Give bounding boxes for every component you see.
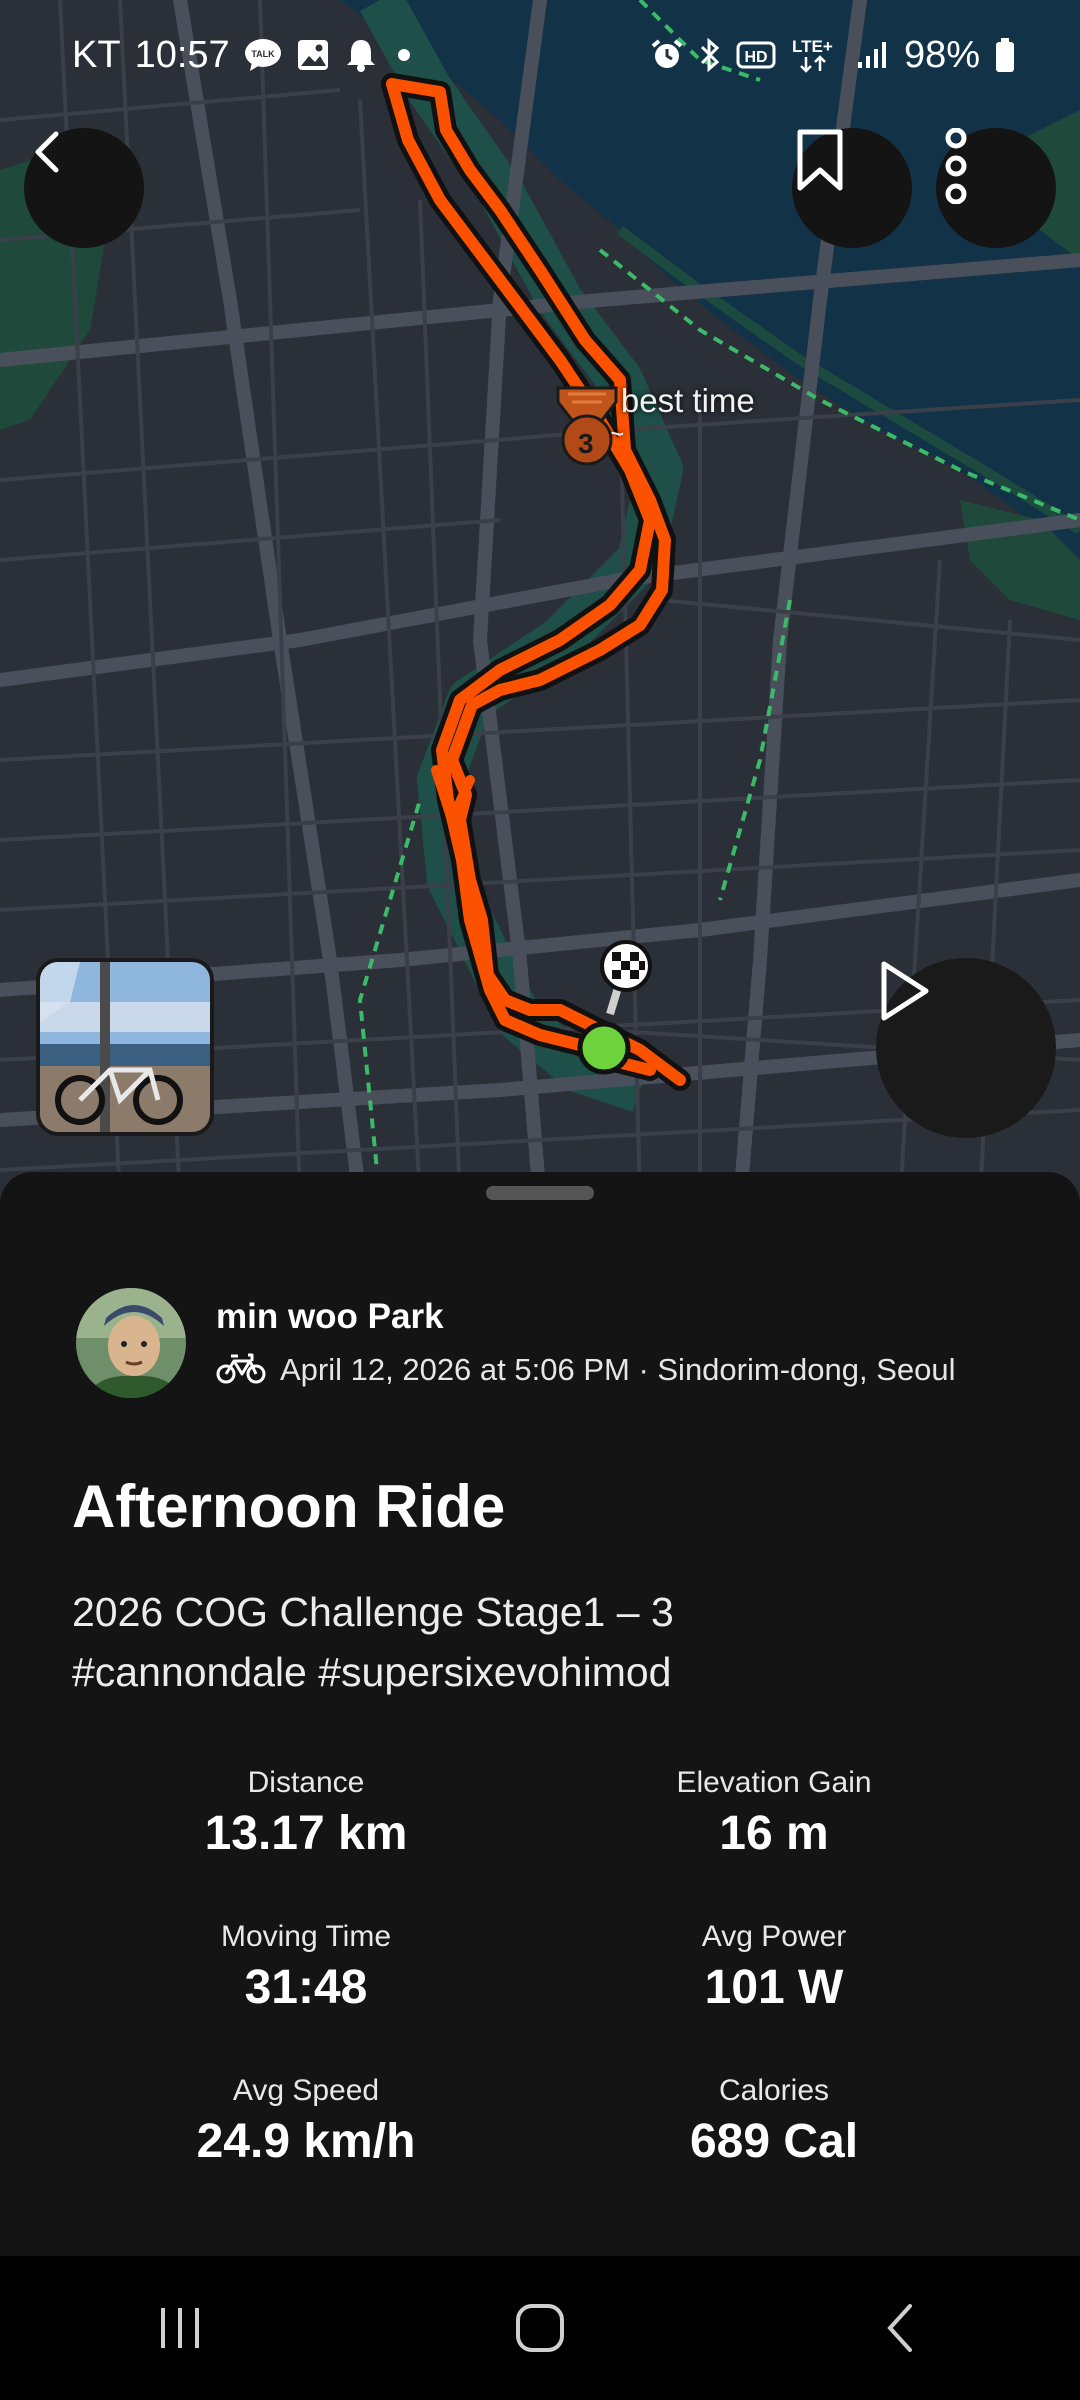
activity-photo-thumbnail[interactable]	[36, 958, 214, 1136]
activity-description: 2026 COG Challenge Stage1 – 3 #cannondal…	[72, 1589, 674, 1695]
svg-text:LTE+: LTE+	[792, 37, 833, 56]
svg-text:TALK: TALK	[251, 49, 275, 59]
recents-icon	[161, 2308, 199, 2348]
battery-percent: 98%	[903, 33, 980, 76]
start-marker-icon	[577, 1021, 631, 1075]
stat-value: 101 W	[704, 1961, 844, 2014]
kakaotalk-icon: TALK	[244, 38, 282, 72]
athlete-header[interactable]: min woo Park April 12, 2026 at 5:06 PM ·…	[76, 1288, 956, 1398]
stat-label: Avg Power	[701, 1920, 847, 1953]
stat-value: 16 m	[719, 1807, 829, 1860]
bell-icon	[344, 37, 378, 73]
chevron-left-icon	[35, 131, 59, 173]
play-flyover-button[interactable]	[876, 958, 1056, 1138]
avatar[interactable]	[76, 1288, 186, 1398]
activity-details-sheet[interactable]: min woo Park April 12, 2026 at 5:06 PM ·…	[0, 1172, 1080, 2256]
stat-avg-speed: Avg Speed 24.9 km/h	[76, 2074, 536, 2169]
recent-apps-button[interactable]	[120, 2278, 240, 2378]
athlete-name[interactable]: min woo Park	[216, 1297, 956, 1337]
achievement-sub: ~	[608, 417, 625, 449]
sheet-drag-handle[interactable]	[486, 1186, 594, 1200]
activity-title: Afternoon Ride	[72, 1473, 506, 1540]
back-icon	[887, 2304, 912, 2352]
more-options-button[interactable]	[936, 128, 1056, 248]
stat-value: 689 Cal	[689, 2115, 859, 2168]
status-bar: KT 10:57 TALK HD LTE+ 98%	[0, 0, 1080, 110]
stat-label: Elevation Gain	[676, 1766, 872, 1799]
bookmark-button[interactable]	[792, 128, 912, 248]
stat-avg-power: Avg Power 101 W	[544, 1920, 1004, 2015]
stat-label: Moving Time	[220, 1920, 392, 1953]
stat-moving-time: Moving Time 31:48	[76, 1920, 536, 2015]
back-button[interactable]	[24, 128, 144, 248]
system-navigation-bar	[0, 2256, 1080, 2400]
achievement-rank: 3	[578, 428, 594, 459]
svg-text:HD: HD	[744, 49, 767, 66]
activity-date-location: April 12, 2026 at 5:06 PM · Sindorim-don…	[280, 1352, 956, 1387]
gallery-icon	[296, 38, 330, 72]
more-vertical-icon	[945, 128, 967, 204]
play-icon	[881, 961, 929, 1021]
bookmark-icon	[797, 129, 843, 191]
hd-icon: HD	[736, 40, 776, 70]
achievement-marker[interactable]: 3 3rd best time ~	[552, 383, 755, 466]
signal-icon	[856, 40, 890, 70]
bike-icon	[216, 1351, 266, 1390]
status-time: 10:57	[134, 33, 230, 76]
system-back-button[interactable]	[840, 2278, 960, 2378]
route-map[interactable]: 3 3rd best time ~	[0, 0, 1080, 1200]
home-icon	[516, 2304, 564, 2352]
stat-label: Avg Speed	[232, 2074, 380, 2107]
stat-label: Calories	[718, 2074, 830, 2107]
stat-distance: Distance 13.17 km	[76, 1766, 536, 1861]
bluetooth-icon	[698, 38, 722, 72]
lte-icon: LTE+	[790, 35, 842, 75]
stat-value: 13.17 km	[204, 1807, 408, 1860]
stat-value: 24.9 km/h	[196, 2115, 416, 2168]
stat-label: Distance	[247, 1766, 365, 1799]
stat-value: 31:48	[244, 1961, 368, 2014]
notification-dot	[397, 49, 410, 61]
stat-calories: Calories 689 Cal	[544, 2074, 1004, 2169]
home-button[interactable]	[480, 2278, 600, 2378]
carrier-label: KT	[72, 33, 121, 76]
bike-photo	[40, 962, 210, 1132]
stat-elevation-gain: Elevation Gain 16 m	[544, 1766, 1004, 1861]
battery-icon	[994, 37, 1016, 73]
alarm-icon	[650, 38, 684, 72]
